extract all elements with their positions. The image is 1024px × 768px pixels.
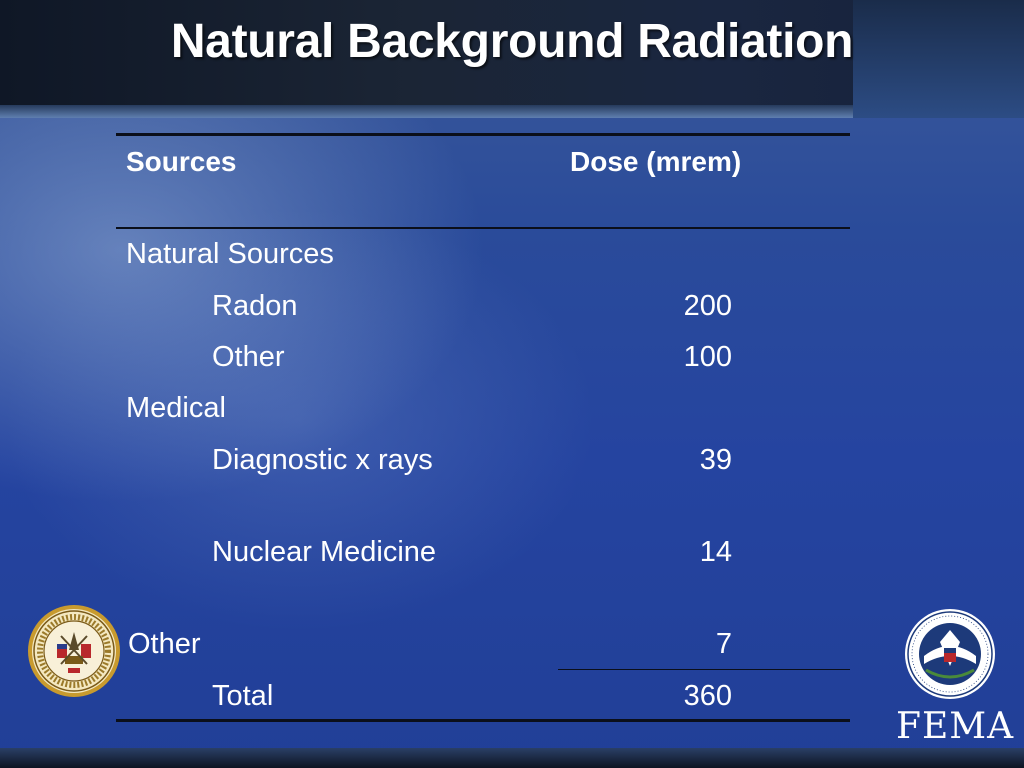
- army-seal-icon: [28, 605, 120, 697]
- table-row: Nuclear Medicine 14: [0, 534, 1024, 570]
- row-value: 360: [683, 680, 732, 712]
- table-row-total: Total 360: [0, 678, 1024, 714]
- row-label: Nuclear Medicine: [212, 536, 437, 568]
- header-dose: Dose (mrem): [570, 146, 742, 177]
- table-row: Medical: [0, 390, 1024, 426]
- row-label: Other: [128, 628, 201, 660]
- table-bottom-rule: [116, 719, 850, 722]
- row-label: Medical: [126, 392, 226, 424]
- row-value: 100: [683, 341, 732, 373]
- row-value: 7: [715, 628, 732, 660]
- title-divider: [0, 105, 853, 118]
- table-row: Other 7: [0, 626, 1024, 662]
- fema-logo: FEMA: [896, 706, 1015, 747]
- row-label: Diagnostic x rays: [212, 444, 433, 476]
- row-label: Radon: [212, 290, 298, 322]
- table-top-rule: [116, 133, 850, 136]
- table-row: Natural Sources: [0, 236, 1024, 272]
- bottom-bar: [0, 748, 1024, 768]
- table-row: Diagnostic x rays 39: [0, 442, 1024, 478]
- table-row: Other 100: [0, 339, 1024, 375]
- slide-title: Natural Background Radiation: [170, 15, 854, 68]
- total-rule: [558, 669, 850, 670]
- row-value: 39: [699, 444, 732, 476]
- table-header-rule: [116, 227, 850, 229]
- header-sources: Sources: [126, 146, 237, 177]
- row-value: 14: [699, 536, 732, 568]
- dhs-seal-icon: [905, 609, 995, 699]
- table-row: Radon 200: [0, 288, 1024, 324]
- row-label: Other: [212, 341, 285, 373]
- row-label: Natural Sources: [126, 238, 334, 270]
- row-label: Total: [212, 680, 274, 712]
- row-value: 200: [683, 290, 732, 322]
